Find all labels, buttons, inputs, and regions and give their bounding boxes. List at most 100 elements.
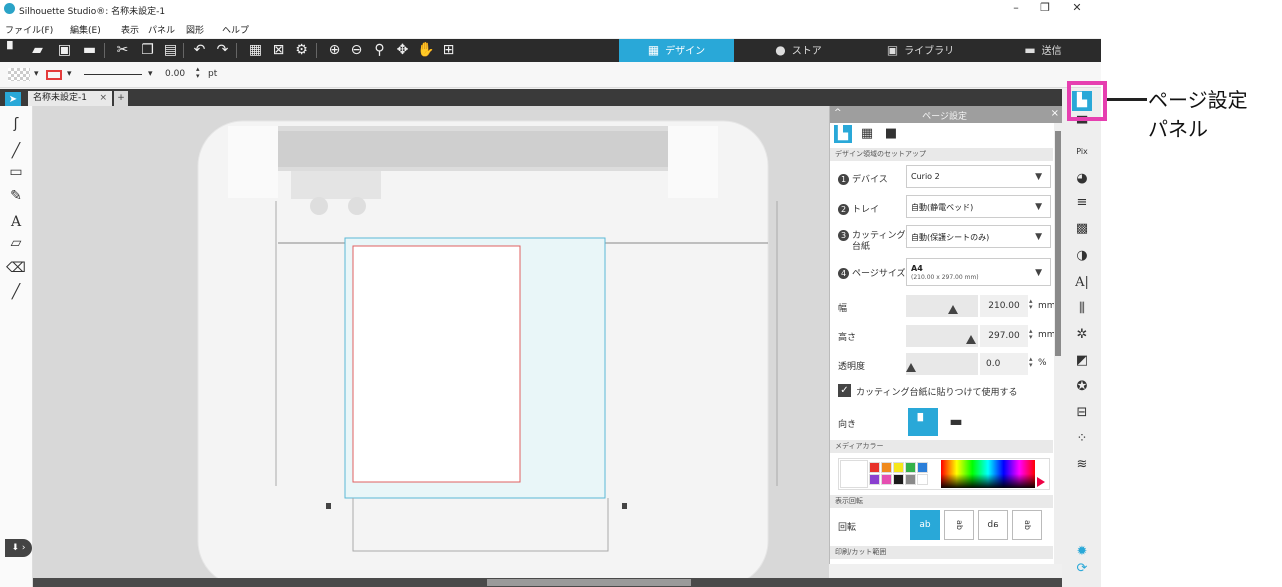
add-tab-button[interactable]: + [114,91,128,106]
rotate-0-button[interactable]: ab [910,510,940,540]
zoom-out-icon[interactable]: ⊖ [348,42,365,59]
fill-color-palette-icon[interactable]: ◕ [1072,169,1092,189]
open-folder-icon[interactable]: ▰ [29,42,46,59]
print-icon[interactable]: ▬ [81,42,98,59]
color-picker-arrow-icon[interactable] [1037,477,1045,487]
color-swatch[interactable] [917,474,928,485]
pixscan-icon[interactable]: Pix [1072,142,1092,162]
zoom-select-icon[interactable]: ⚲ [371,42,388,59]
line-width-value[interactable]: 0.00 [165,69,185,79]
color-swatch[interactable] [917,462,928,473]
transparency-icon[interactable]: ◑ [1072,246,1092,266]
landscape-orientation-icon[interactable]: ▬ [941,408,971,436]
line-style-icon[interactable]: ≡ [1072,193,1092,213]
device-select[interactable]: Curio 2 ▼ [906,165,1051,188]
paste-icon[interactable]: ▤ [162,42,179,59]
width-slider[interactable] [906,295,978,317]
opacity-spinner-icon[interactable]: ▴ ▾ [1029,356,1033,369]
ungroup-icon[interactable]: ⊠ [270,42,287,59]
group-icon[interactable]: ▦ [247,42,264,59]
line-width-spinner-icon[interactable]: ▴ ▾ [196,66,200,80]
menu-shape[interactable]: 図形 [186,23,204,36]
align-icon[interactable]: ⫼ [1072,299,1092,319]
color-swatch[interactable] [893,474,904,485]
use-cutting-mat-checkbox[interactable]: ✓ [838,384,851,397]
color-spectrum-picker[interactable] [941,460,1035,488]
portrait-orientation-icon[interactable]: ▘ [908,408,938,436]
rectangle-tool-icon[interactable]: ▭ [6,162,26,182]
minimize-button[interactable]: – [1001,2,1031,16]
color-swatch[interactable] [869,462,880,473]
redo-icon[interactable]: ↷ [214,42,231,59]
nav-tab-store[interactable]: ● ストア [741,39,856,62]
image-effects-icon[interactable]: ▩ [1072,219,1092,239]
rotate-180-button[interactable]: ab [978,510,1008,540]
nav-tab-library[interactable]: ▣ ライブラリ [863,39,978,62]
pan-hand-icon[interactable]: ✋ [417,42,434,59]
copy-icon[interactable]: ❐ [139,42,156,59]
opacity-slider[interactable] [906,353,978,375]
offset-icon[interactable]: ✪ [1072,377,1092,397]
transform-icon[interactable]: ⚙ [293,42,310,59]
menu-file[interactable]: ファイル(F) [5,23,53,36]
width-spinner-icon[interactable]: ▴ ▾ [1029,298,1033,311]
panel-scrollbar[interactable] [1054,123,1062,564]
trace-icon[interactable]: ⊟ [1072,403,1092,423]
color-swatch[interactable] [869,474,880,485]
pencil-tool-icon[interactable]: ✎ [6,186,26,206]
library-toggle-button[interactable]: ⬇ › [5,539,32,557]
zoom-in-icon[interactable]: ⊕ [326,42,343,59]
replicate-icon[interactable]: ✲ [1072,325,1092,345]
horizontal-scrollbar[interactable] [33,578,1067,587]
close-button[interactable]: ✕ [1062,2,1092,16]
line-style-dropdown-icon[interactable]: ▾ [148,69,153,79]
fill-pattern-swatch[interactable] [8,68,30,81]
width-slider-knob[interactable] [948,305,958,314]
panel-scrollbar-thumb[interactable] [1055,131,1061,356]
tray-select[interactable]: 自動(静電ベッド) ▼ [906,195,1051,218]
undo-icon[interactable]: ↶ [191,42,208,59]
line-style-selector[interactable] [84,74,142,75]
tab-page-setup[interactable]: ▙ [834,125,852,143]
nav-tab-send[interactable]: ▬ 送信 [985,39,1101,62]
color-swatch[interactable] [881,462,892,473]
height-slider-knob[interactable] [966,335,976,344]
close-panel-icon[interactable]: × [1051,108,1059,119]
knife-tool-icon[interactable]: ╱ [6,282,26,302]
line-tool-icon[interactable]: ╱ [6,141,26,161]
rotate-270-button[interactable]: ab [1012,510,1042,540]
new-document-icon[interactable]: ▘ [4,42,21,59]
point-edit-tool-icon[interactable]: ʃ [6,114,26,134]
design-canvas[interactable] [33,106,829,579]
opacity-slider-knob[interactable] [906,363,916,372]
menu-panel[interactable]: パネル [148,23,175,36]
opacity-input[interactable]: 0.0 [980,353,1028,375]
save-icon[interactable]: ▣ [56,42,73,59]
tab-background[interactable]: ■ [882,125,900,143]
menu-edit[interactable]: 編集(E) [70,23,101,36]
cutting-mat-select[interactable]: 自動(保護シートのみ) ▼ [906,225,1051,248]
page-size-select[interactable]: A4 (210.00 x 297.00 mm) ▼ [906,258,1051,286]
line-color-dropdown-icon[interactable]: ▾ [67,69,72,79]
text-style-icon[interactable]: A| [1072,273,1092,293]
line-color-swatch[interactable] [46,70,62,80]
menu-view[interactable]: 表示 [121,23,139,36]
horizontal-scrollbar-thumb[interactable] [487,579,691,586]
color-swatch[interactable] [893,462,904,473]
height-slider[interactable] [906,325,978,347]
eraser-tool-icon[interactable]: ⌫ [6,258,26,278]
height-input[interactable]: 297.00 [980,325,1028,347]
rotate-90-button[interactable]: ab [944,510,974,540]
collapse-panel-icon[interactable]: ^ [834,108,842,118]
nav-tab-design[interactable]: ▦ デザイン [619,39,734,62]
menu-help[interactable]: ヘルプ [222,23,249,36]
document-tab[interactable]: 名称未設定-1 × [28,91,112,106]
stroke-effects-icon[interactable]: ≋ [1072,455,1092,475]
fit-page-icon[interactable]: ⊞ [440,42,457,59]
close-tab-icon[interactable]: × [99,91,107,106]
tab-grid[interactable]: ▦ [858,125,876,143]
move-icon[interactable]: ✥ [394,42,411,59]
height-spinner-icon[interactable]: ▴ ▾ [1029,328,1033,341]
modify-icon[interactable]: ◩ [1072,351,1092,371]
width-input[interactable]: 210.00 [980,295,1028,317]
